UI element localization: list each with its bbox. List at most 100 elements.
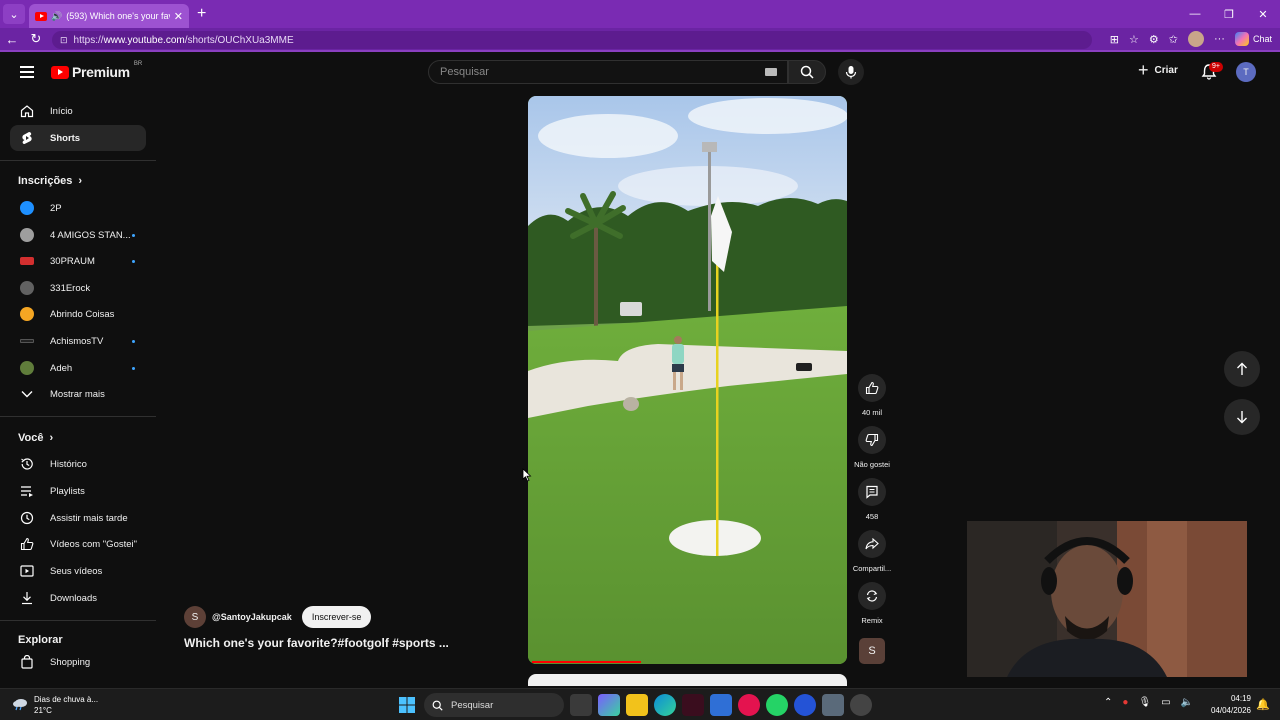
sidebar-sub-channel[interactable]: 331Erock: [10, 275, 146, 301]
video-progress-bar[interactable]: [532, 661, 641, 663]
show-more-button[interactable]: Mostrar mais: [10, 381, 146, 407]
short-title[interactable]: Which one's your favorite?#footgolf #spo…: [184, 636, 484, 650]
download-icon: [19, 590, 35, 606]
copilot-chat-button[interactable]: Chat: [1234, 32, 1272, 46]
chevron-up-icon[interactable]: ⌃: [1104, 697, 1112, 708]
whatsapp-icon[interactable]: [766, 694, 788, 716]
sidebar-sub-channel[interactable]: Abrindo Coisas: [10, 301, 146, 327]
like-button[interactable]: [858, 374, 886, 402]
microphone-icon[interactable]: 🎙: [1138, 697, 1151, 708]
close-window-button[interactable]: ✕: [1246, 0, 1280, 28]
sidebar-item-home[interactable]: Início: [10, 98, 146, 124]
sidebar-item-label: Downloads: [50, 592, 97, 604]
taskbar-search[interactable]: Pesquisar: [424, 693, 564, 717]
profile-avatar[interactable]: [1187, 31, 1204, 47]
search-icon: [432, 700, 443, 711]
app-available-icon[interactable]: ⊞: [1110, 33, 1119, 46]
sidebar-sub-channel[interactable]: 4 AMIGOS STAN...: [10, 222, 146, 248]
sidebar-sub-channel[interactable]: Adeh: [10, 355, 146, 381]
comments-button[interactable]: [858, 478, 886, 506]
channel-avatar[interactable]: S: [184, 606, 206, 628]
channel-name[interactable]: @SantoyJakupcak: [212, 612, 292, 622]
sidebar-item-playlists[interactable]: Playlists: [10, 478, 146, 504]
create-button[interactable]: + Criar: [1138, 60, 1178, 80]
webcam-person-image: [967, 521, 1247, 677]
address-bar-row: ← ↻ ⊡ https://www.youtube.com/shorts/OUC…: [0, 28, 1280, 52]
rain-cloud-icon: [13, 699, 27, 711]
store-app-icon[interactable]: [710, 694, 732, 716]
widgets-app-icon[interactable]: [598, 694, 620, 716]
next-short-button[interactable]: [1224, 399, 1260, 435]
windows-start-button[interactable]: [396, 694, 418, 716]
settings-gear-icon[interactable]: [822, 694, 844, 716]
subscriptions-heading-label: Inscrições: [18, 175, 73, 187]
clock-time: 04:19: [1230, 694, 1251, 703]
you-heading[interactable]: Você ›: [18, 432, 53, 444]
sidebar-sub-channel[interactable]: AchismosTV: [10, 328, 146, 354]
previous-short-button[interactable]: [1224, 351, 1260, 387]
tray-app-icon[interactable]: ●: [1122, 697, 1128, 708]
plus-icon: +: [1138, 60, 1149, 80]
file-explorer-icon[interactable]: [626, 694, 648, 716]
sidebar-item-liked[interactable]: Vídeos com "Gostei": [10, 531, 146, 557]
refresh-button[interactable]: ↻: [24, 31, 48, 47]
sidebar-sub-channel[interactable]: 30PRAUM: [10, 248, 146, 274]
sidebar-item-label: Seus vídeos: [50, 565, 103, 577]
restore-button[interactable]: ❐: [1212, 0, 1246, 28]
sidebar-item-history[interactable]: Histórico: [10, 451, 146, 477]
minimize-button[interactable]: —: [1178, 0, 1212, 28]
weather-widget[interactable]: Dias de chuva à... 21°C: [12, 694, 98, 716]
youtube-premium-logo[interactable]: Premium BR: [51, 61, 143, 80]
subscribe-button[interactable]: Inscrever-se: [301, 606, 372, 628]
sidebar-item-shopping[interactable]: Shopping: [10, 649, 146, 675]
media-player-icon[interactable]: [738, 694, 760, 716]
microphone-icon: [845, 66, 857, 79]
tab-list-button[interactable]: ⌄: [3, 4, 25, 24]
extensions-icon[interactable]: ⚙: [1149, 33, 1159, 46]
chevron-right-icon: ›: [78, 175, 83, 187]
display-icon[interactable]: ▭: [1161, 697, 1170, 708]
more-menu-icon[interactable]: ···: [1214, 33, 1225, 45]
subscriptions-heading[interactable]: Inscrições ›: [18, 175, 82, 187]
search-input[interactable]: Pesquisar: [428, 60, 788, 84]
favorites-icon[interactable]: ✩: [1169, 33, 1178, 46]
address-bar[interactable]: ⊡ https://www.youtube.com/shorts/OUChXUa…: [52, 31, 1092, 49]
sidebar-item-label: Assistir mais tarde: [50, 512, 128, 524]
remix-button[interactable]: [858, 582, 886, 610]
sidebar-item-label: Vídeos com "Gostei": [50, 538, 138, 550]
audio-source-thumbnail[interactable]: S: [859, 638, 885, 664]
voice-search-button[interactable]: [838, 59, 864, 85]
taskbar-clock[interactable]: 04:19 04/04/2026: [1205, 693, 1251, 717]
logo-region: BR: [133, 61, 143, 67]
close-tab-icon[interactable]: ✕: [174, 10, 183, 23]
sidebar-item-shorts[interactable]: Shorts: [10, 125, 146, 151]
task-view-icon[interactable]: [570, 694, 592, 716]
hamburger-menu-icon[interactable]: [20, 66, 34, 78]
favorite-star-icon[interactable]: ☆: [1129, 33, 1139, 46]
speaker-icon[interactable]: 🔊: [51, 11, 62, 22]
user-avatar[interactable]: T: [1236, 62, 1256, 82]
site-info-icon[interactable]: ⊡: [60, 35, 68, 46]
sidebar-item-watch-later[interactable]: Assistir mais tarde: [10, 505, 146, 531]
browser-tab-active[interactable]: 🔊 (593) Which one's your favori ✕: [29, 4, 189, 28]
notification-center-icon[interactable]: 🔔: [1256, 698, 1270, 711]
dislike-button[interactable]: [858, 426, 886, 454]
sidebar-item-your-videos[interactable]: Seus vídeos: [10, 558, 146, 584]
weather-temperature: 21°C: [34, 706, 52, 715]
next-short-preview[interactable]: [528, 674, 847, 686]
obs-app-icon[interactable]: [850, 694, 872, 716]
back-button[interactable]: ←: [0, 32, 24, 47]
sidebar-item-label: Início: [50, 105, 73, 117]
sidebar-item-downloads[interactable]: Downloads: [10, 585, 146, 611]
search-button[interactable]: [788, 60, 826, 84]
edge-browser-icon[interactable]: [654, 694, 676, 716]
sidebar-sub-channel[interactable]: 2P: [10, 195, 146, 221]
short-video-player[interactable]: [528, 96, 847, 664]
volume-icon[interactable]: 🔈: [1181, 697, 1193, 708]
channel-avatar-icon: [19, 280, 35, 296]
keyboard-icon[interactable]: [765, 68, 777, 76]
ea-app-icon[interactable]: [794, 694, 816, 716]
davinci-app-icon[interactable]: [682, 694, 704, 716]
share-button[interactable]: [858, 530, 886, 558]
new-tab-button[interactable]: +: [197, 5, 206, 23]
